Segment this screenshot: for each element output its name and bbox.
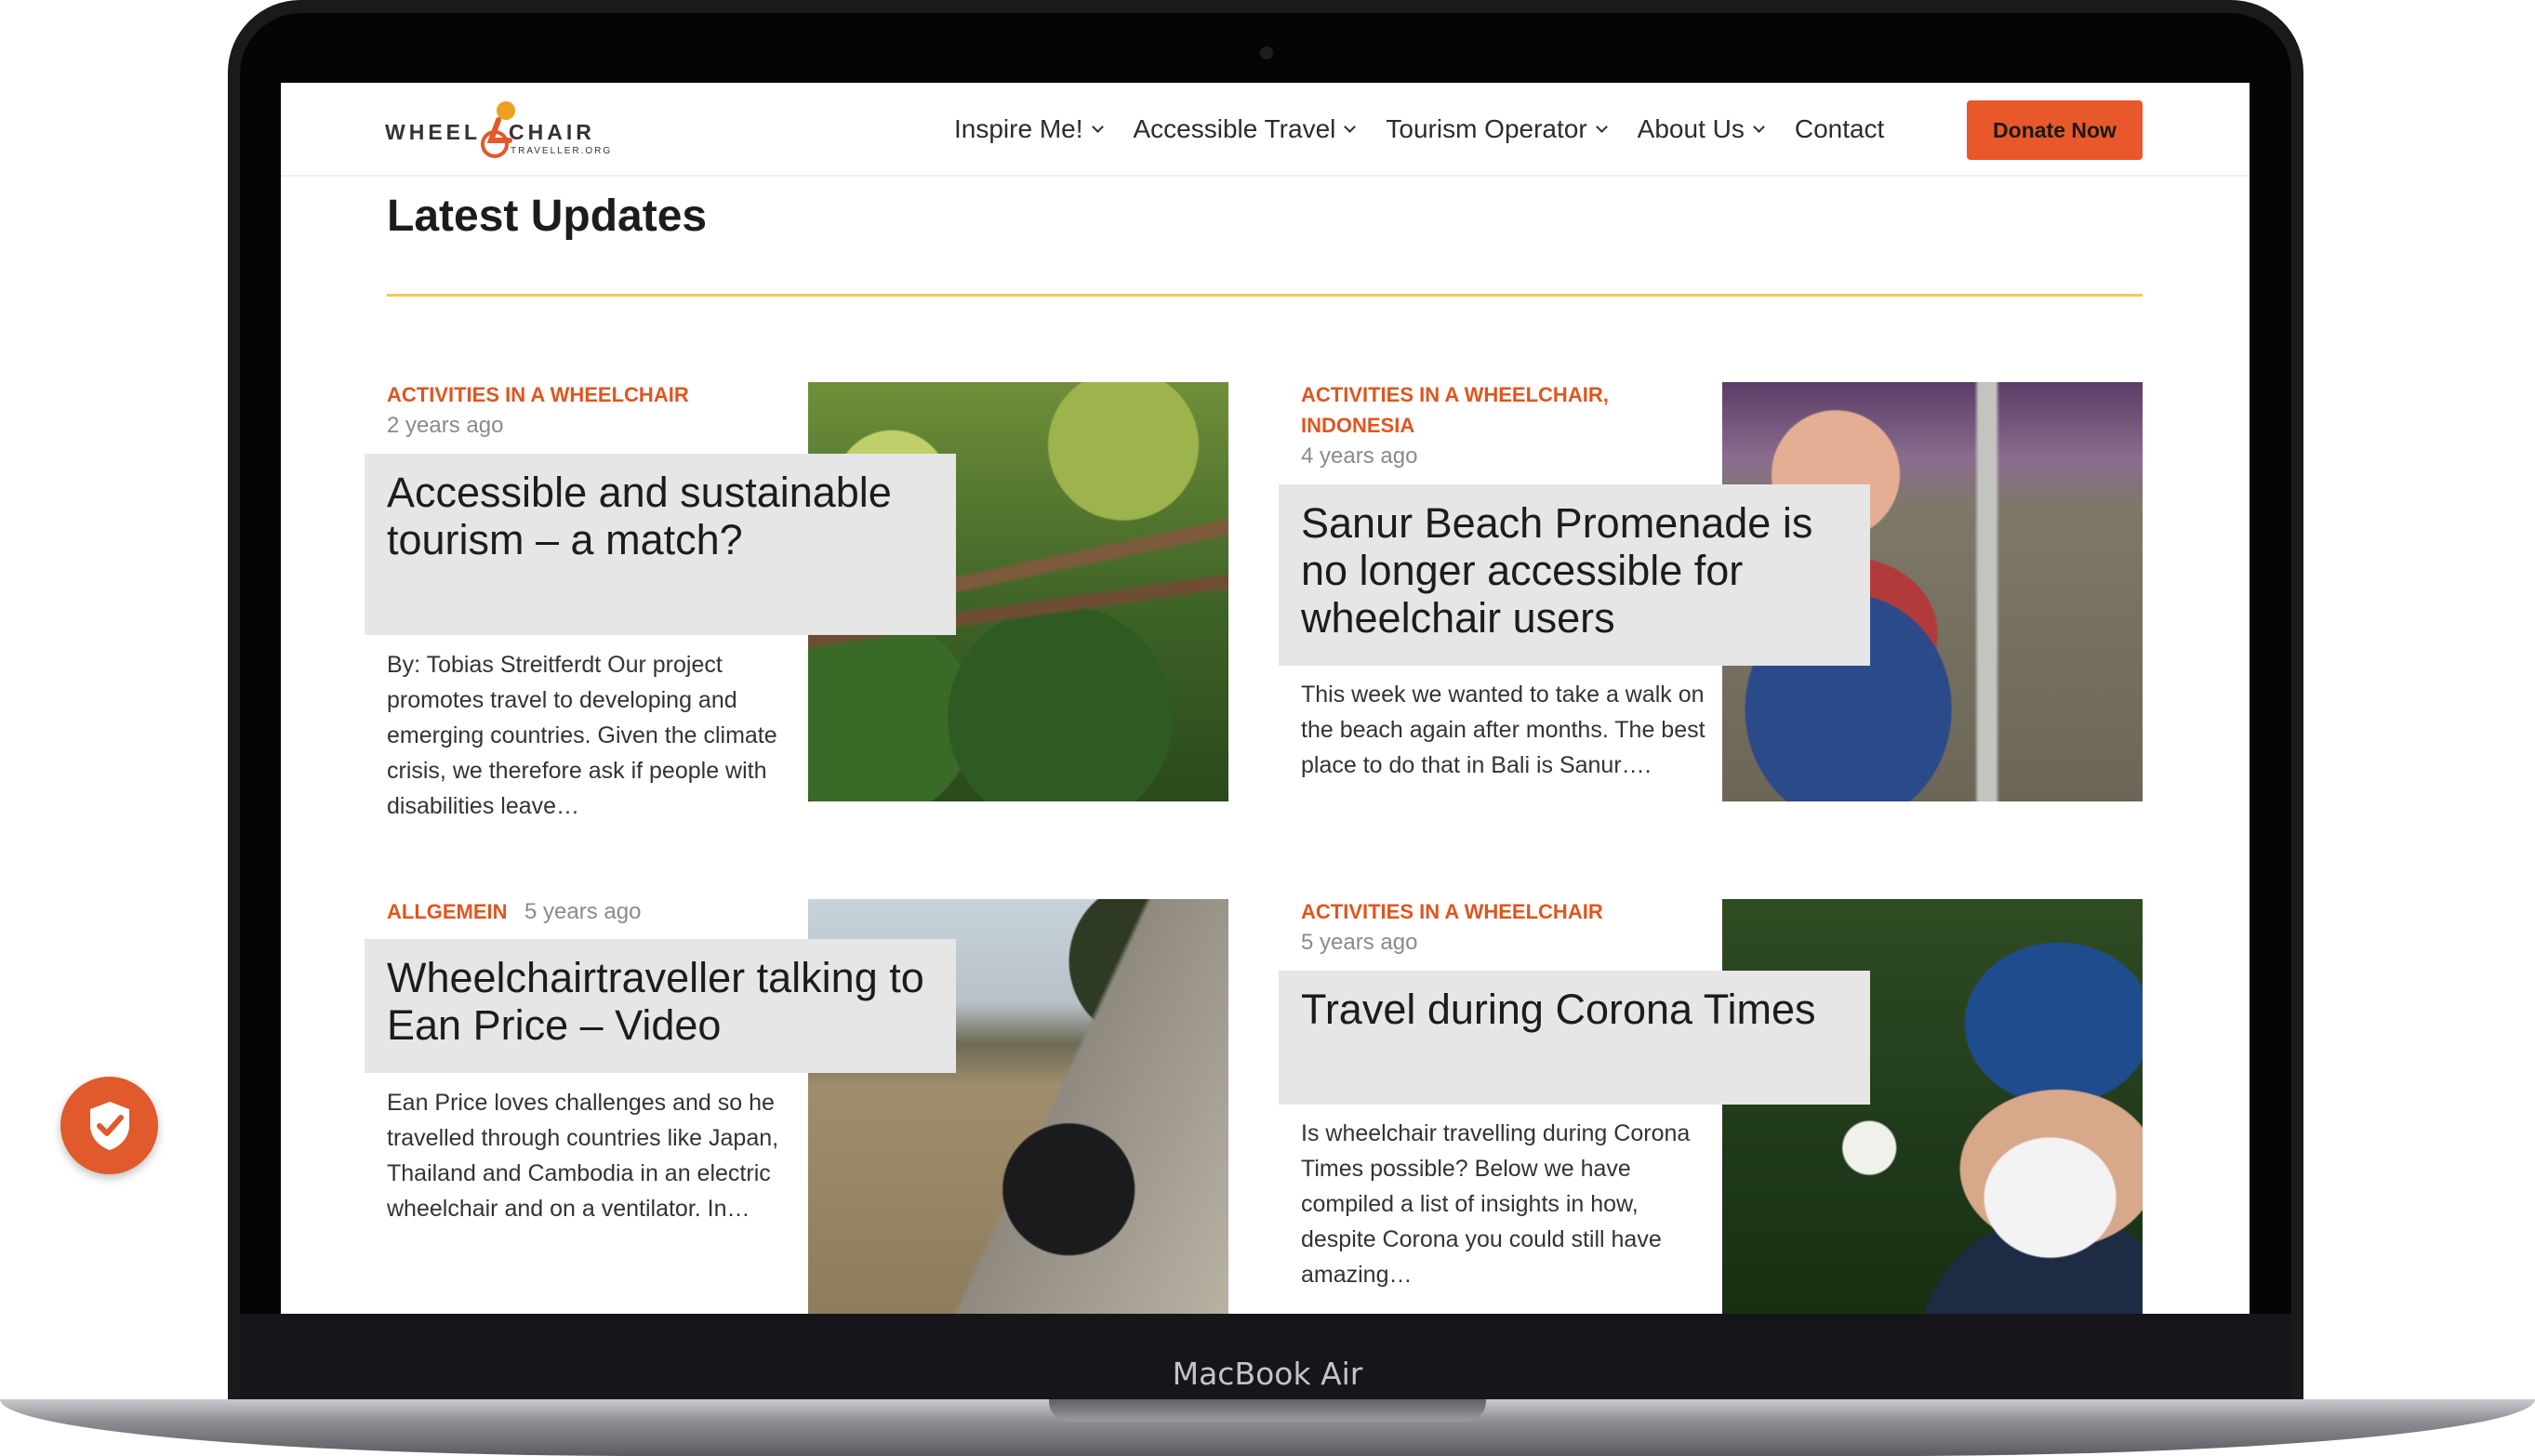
nav-contact[interactable]: Contact — [1795, 114, 1885, 144]
post-excerpt: Is wheelchair travelling during Corona T… — [1301, 1120, 1691, 1288]
post-category[interactable]: ACTIVITIES IN A WHEELCHAIR — [387, 383, 689, 407]
post-date: 2 years ago — [387, 413, 504, 438]
post-title: Wheelchairtraveller talking to Ean Price… — [387, 954, 924, 1049]
post-excerpt: Ean Price loves challenges and so he tra… — [387, 1090, 779, 1222]
post-category[interactable]: ACTIVITIES IN A WHEELCHAIR — [1301, 900, 1603, 924]
site-header: WHEEL CHAIR TRAVELLER.ORG Inspire Me! Ac… — [281, 83, 2250, 177]
nav-about-us[interactable]: About Us — [1637, 114, 1765, 144]
main-nav: Inspire Me! Accessible Travel Tourism Op… — [954, 111, 1916, 148]
post-image-mask-selfie[interactable] — [1722, 899, 2143, 1314]
chevron-down-icon — [1344, 120, 1357, 133]
donate-button[interactable]: Donate Now — [1967, 100, 2143, 160]
nav-label: Contact — [1794, 114, 1885, 143]
post-title: Accessible and sustainable tourism – a m… — [387, 469, 892, 563]
chevron-down-icon — [1595, 120, 1608, 133]
privacy-shield-button[interactable] — [60, 1077, 158, 1174]
post-date: 4 years ago — [1301, 443, 1418, 469]
nav-label: Inspire Me! — [954, 114, 1083, 143]
chevron-down-icon — [1091, 120, 1104, 133]
post-title: Travel during Corona Times — [1301, 986, 1816, 1033]
post-excerpt: By: Tobias Streitferdt Our project promo… — [387, 652, 777, 819]
post-title-box[interactable]: Sanur Beach Promenade is no longer acces… — [1279, 484, 1870, 666]
post-category-secondary[interactable]: INDONESIA — [1301, 414, 1414, 438]
post-title-box[interactable]: Travel during Corona Times — [1279, 971, 1870, 1105]
website-screen: WHEEL CHAIR TRAVELLER.ORG Inspire Me! Ac… — [281, 83, 2250, 1314]
post-title: Sanur Beach Promenade is no longer acces… — [1301, 499, 1813, 642]
nav-tourism-operator[interactable]: Tourism Operator — [1386, 114, 1608, 144]
shield-check-icon — [89, 1101, 129, 1150]
nav-label: About Us — [1637, 114, 1745, 143]
nav-label: Accessible Travel — [1133, 114, 1336, 143]
post-excerpt: This week we wanted to take a walk on th… — [1301, 682, 1705, 778]
chevron-down-icon — [1752, 120, 1765, 133]
camera-icon — [1260, 46, 1273, 60]
section-title: Latest Updates — [387, 192, 708, 241]
logo-text-chair: CHAIR — [509, 120, 595, 144]
post-category[interactable]: ALLGEMEIN — [387, 900, 508, 924]
post-title-box[interactable]: Accessible and sustainable tourism – a m… — [365, 454, 956, 635]
nav-label: Tourism Operator — [1386, 114, 1587, 143]
site-logo[interactable]: WHEEL CHAIR TRAVELLER.ORG — [385, 99, 627, 165]
nav-inspire-me[interactable]: Inspire Me! — [954, 114, 1104, 144]
device-label: MacBook Air — [1172, 1356, 1363, 1392]
logo-text-wheel: WHEEL — [385, 120, 482, 144]
section-divider — [387, 294, 2143, 297]
post-date: 5 years ago — [1301, 930, 1418, 955]
nav-accessible-travel[interactable]: Accessible Travel — [1133, 114, 1357, 144]
post-category[interactable]: ACTIVITIES IN A WHEELCHAIR, — [1301, 383, 1609, 407]
laptop-notch — [1049, 1399, 1486, 1422]
post-title-box[interactable]: Wheelchairtraveller talking to Ean Price… — [365, 939, 956, 1073]
logo-subtext: TRAVELLER.ORG — [511, 146, 613, 156]
post-date: 5 years ago — [524, 899, 642, 924]
